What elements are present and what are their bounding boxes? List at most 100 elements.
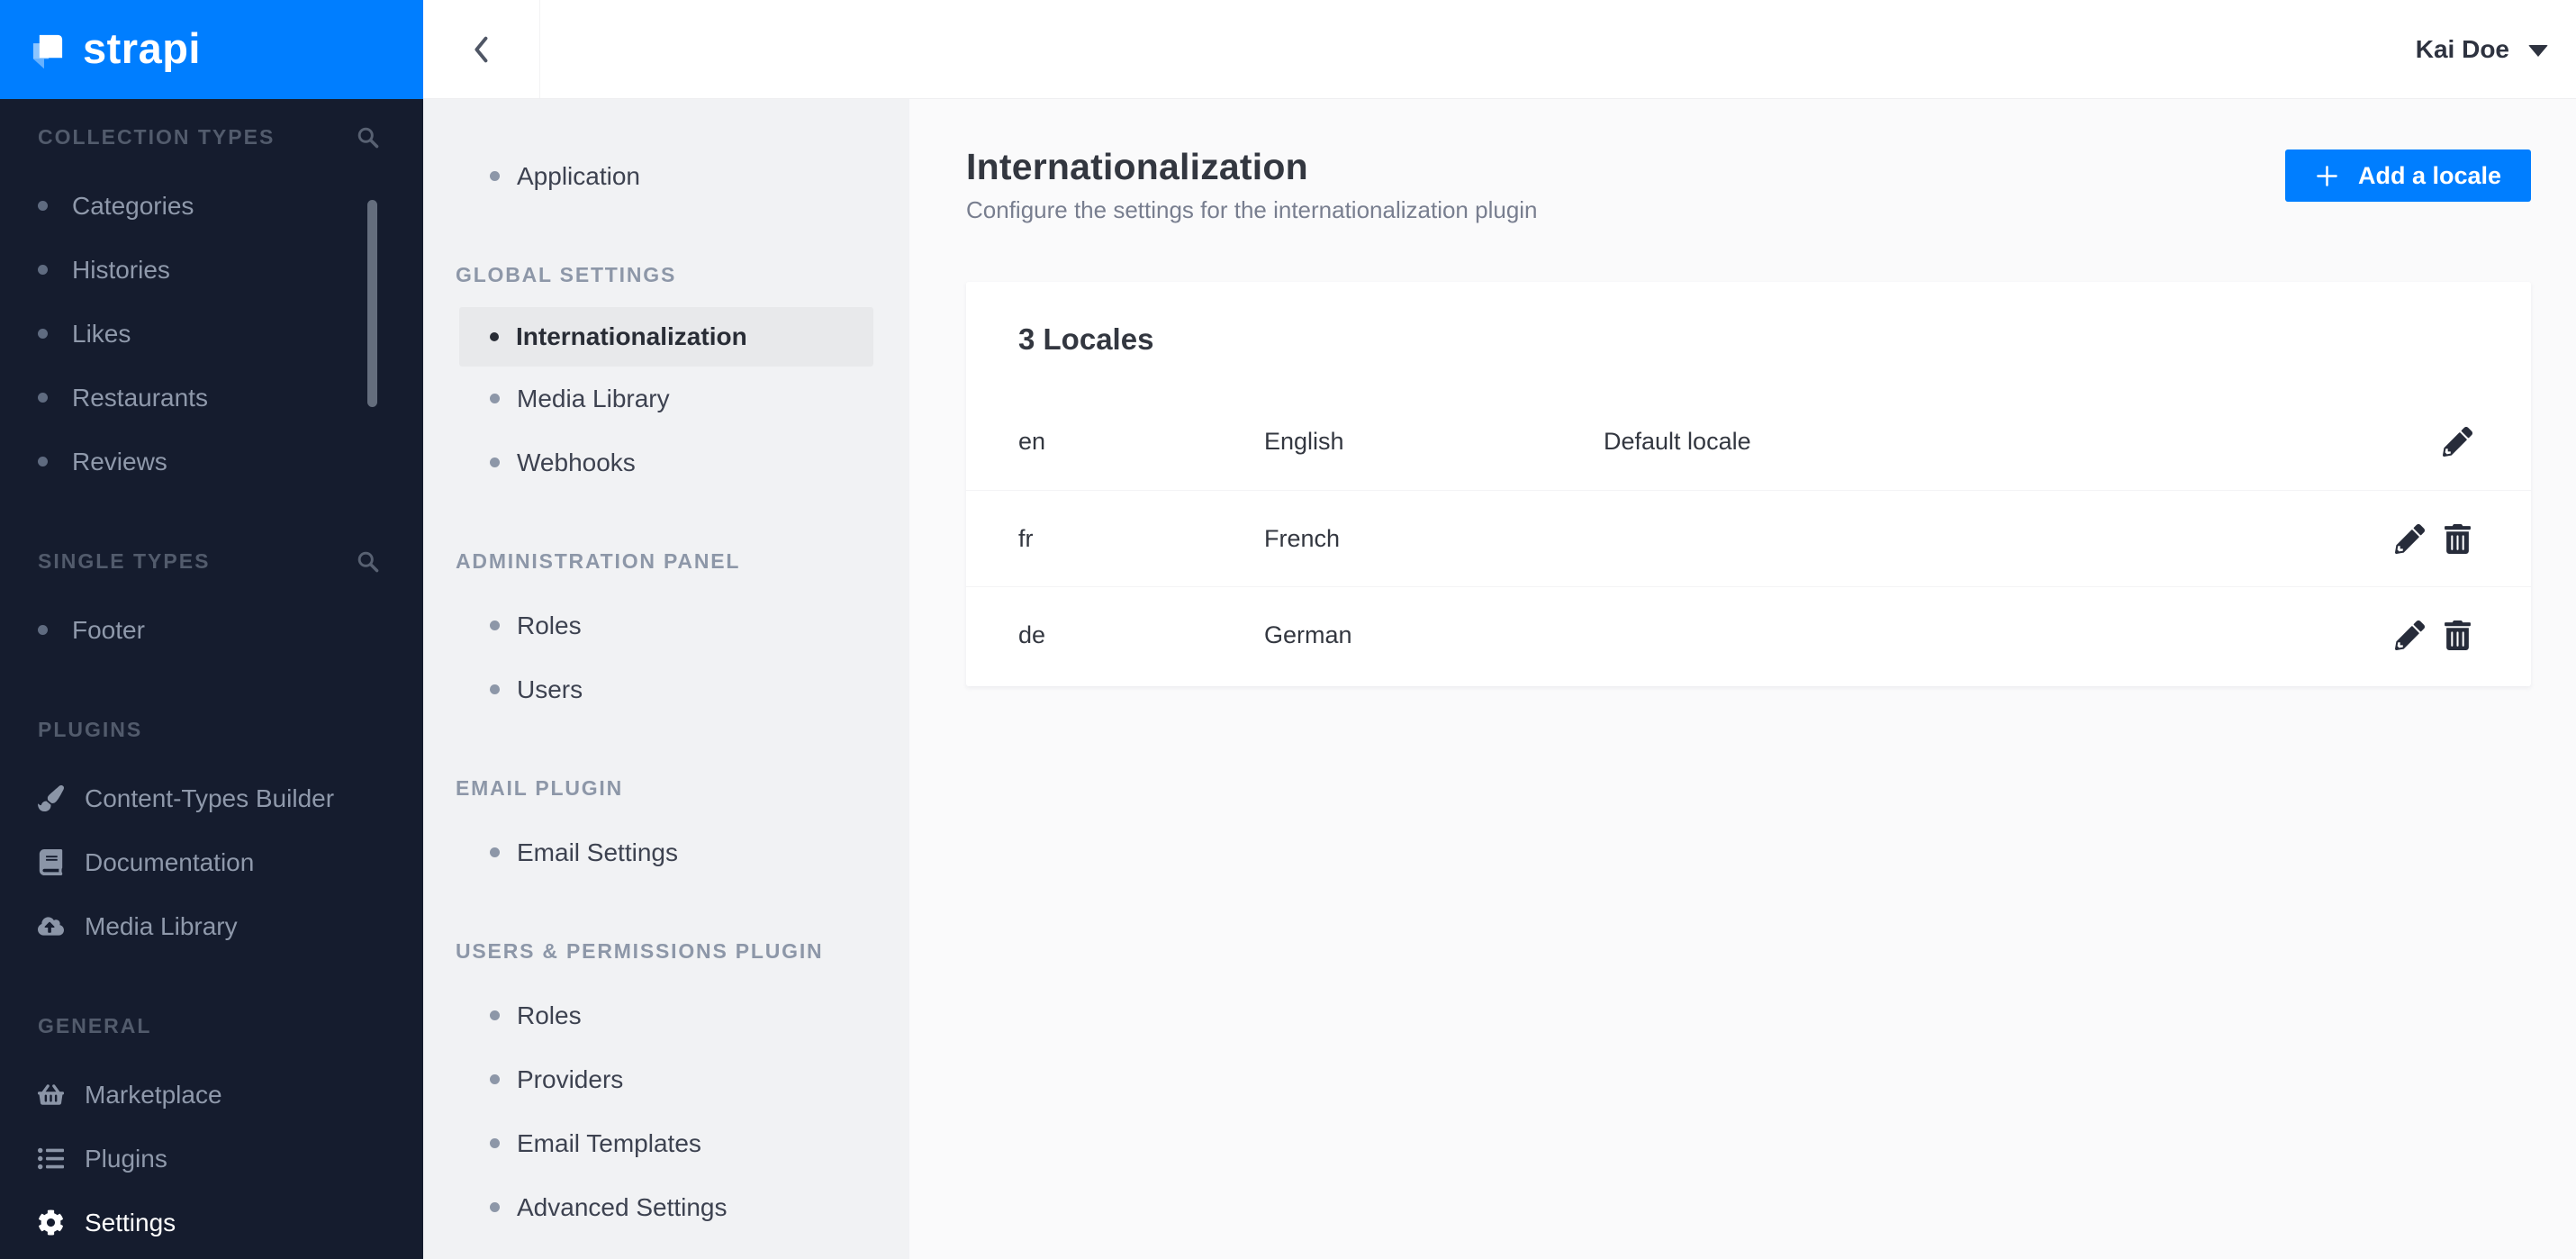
subnav-item-webhooks[interactable]: Webhooks [459, 430, 873, 494]
locale-code: en [1018, 428, 1046, 455]
subnav-item-up-email-templates[interactable]: Email Templates [459, 1111, 873, 1175]
caret-down-icon [2528, 44, 2548, 57]
strapi-logo[interactable]: strapi [0, 0, 423, 99]
edit-locale-button[interactable] [2391, 617, 2427, 653]
title-block: Internationalization Configure the setti… [966, 146, 1538, 224]
page-subtitle: Configure the settings for the internati… [966, 196, 1538, 223]
sidebar-item-plugins[interactable]: Plugins [0, 1127, 423, 1191]
sidebar-item-categories[interactable]: Categories [0, 174, 423, 238]
user-name: Kai Doe [2415, 34, 2509, 63]
users-permissions-heading: USERS & PERMISSIONS PLUGIN [456, 939, 824, 963]
bullet-icon [38, 265, 48, 275]
edit-locale-button[interactable] [2439, 424, 2475, 460]
sidebar-item-likes[interactable]: Likes [0, 302, 423, 366]
pencil-icon [2394, 620, 2425, 650]
book-icon [39, 849, 63, 875]
subnav-item-admin-users[interactable]: Users [459, 657, 873, 721]
user-menu[interactable]: Kai Doe [2416, 35, 2548, 64]
add-locale-button[interactable]: Add a locale [2284, 149, 2531, 202]
subnav-item-up-advanced-settings[interactable]: Advanced Settings [459, 1175, 873, 1239]
settings-subnav: Application GLOBAL SETTINGS Internationa… [423, 99, 909, 1259]
search-icon[interactable] [356, 549, 380, 574]
sidebar-item-content-types-builder[interactable]: Content-Types Builder [0, 766, 423, 830]
edit-locale-button[interactable] [2391, 521, 2427, 557]
subnav-section-application: Application [423, 144, 909, 208]
sidebar-item-footer[interactable]: Footer [0, 598, 423, 662]
sidebar-item-reviews[interactable]: Reviews [0, 430, 423, 494]
sidebar-item-documentation[interactable]: Documentation [0, 830, 423, 894]
cloud-upload-icon [38, 917, 64, 936]
bullet-icon [38, 457, 48, 466]
content-header: Internationalization Configure the setti… [966, 146, 2531, 224]
main-sidebar: strapi COLLECTION TYPES Categories Histo… [0, 0, 423, 1259]
sidebar-item-histories[interactable]: Histories [0, 238, 423, 302]
delete-locale-button[interactable] [2439, 521, 2475, 557]
subnav-item-application[interactable]: Application [459, 144, 873, 208]
locale-name: French [1264, 524, 1341, 552]
row-actions [2439, 424, 2475, 460]
bullet-icon [490, 684, 500, 694]
table-row-de[interactable]: de German [966, 586, 2531, 683]
plugins-heading: PLUGINS [38, 717, 143, 741]
administration-panel-heading: ADMINISTRATION PANEL [456, 549, 741, 573]
locale-name: German [1264, 620, 1352, 648]
pencil-icon [2394, 523, 2425, 554]
section-general: GENERAL Marketplace Plugins Settings [0, 958, 423, 1254]
sidebar-item-restaurants[interactable]: Restaurants [0, 366, 423, 430]
subnav-section-administration-panel: ADMINISTRATION PANEL Roles Users [423, 548, 909, 721]
table-row-fr[interactable]: fr French [966, 490, 2531, 586]
locales-card-heading: 3 Locales [1018, 322, 1154, 356]
list-icon [38, 1147, 64, 1170]
bullet-icon [38, 625, 48, 635]
global-settings-heading: GLOBAL SETTINGS [456, 263, 677, 286]
bullet-icon [490, 1074, 500, 1084]
strapi-logo-icon [32, 34, 63, 69]
locale-code: fr [1018, 524, 1034, 552]
bullet-icon [490, 620, 500, 630]
sidebar-item-media-library[interactable]: Media Library [0, 894, 423, 958]
body-row: Application GLOBAL SETTINGS Internationa… [423, 99, 2576, 1259]
bullet-icon [490, 1138, 500, 1148]
page-title: Internationalization [966, 146, 1308, 187]
bullet-icon [490, 332, 499, 341]
section-collection-types: COLLECTION TYPES Categories Histories Li… [0, 99, 423, 494]
right-pane: Kai Doe Application GLOBAL SETTINGS Inte… [423, 0, 2576, 1259]
subnav-item-up-providers[interactable]: Providers [459, 1047, 873, 1111]
chevron-left-icon [474, 36, 487, 62]
subnav-item-email-settings[interactable]: Email Settings [459, 820, 873, 884]
gear-icon [39, 1209, 63, 1236]
strapi-logo-text: strapi [83, 23, 201, 72]
subnav-item-admin-roles[interactable]: Roles [459, 593, 873, 657]
back-button[interactable] [423, 0, 540, 98]
subnav-item-internationalization[interactable]: Internationalization [459, 307, 873, 367]
sidebar-scrollbar[interactable] [367, 200, 377, 407]
locales-card: 3 Locales en English Default locale fr F… [966, 282, 2531, 686]
locale-name: English [1264, 428, 1344, 455]
collection-types-heading: COLLECTION TYPES [38, 124, 276, 149]
subnav-item-media-library[interactable]: Media Library [459, 367, 873, 430]
bullet-icon [490, 1010, 500, 1020]
basket-icon [38, 1084, 64, 1105]
bullet-icon [490, 171, 500, 181]
sidebar-item-marketplace[interactable]: Marketplace [0, 1063, 423, 1127]
bullet-icon [490, 1202, 500, 1212]
bullet-icon [38, 393, 48, 403]
general-heading: GENERAL [38, 1013, 152, 1037]
section-single-types: SINGLE TYPES Footer [0, 494, 423, 662]
email-plugin-heading: EMAIL PLUGIN [456, 776, 624, 800]
subnav-section-email-plugin: EMAIL PLUGIN Email Settings [423, 774, 909, 884]
subnav-item-up-roles[interactable]: Roles [459, 983, 873, 1047]
search-icon[interactable] [356, 125, 380, 149]
subnav-section-users-permissions-plugin: USERS & PERMISSIONS PLUGIN Roles Provide… [423, 937, 909, 1239]
bullet-icon [490, 394, 500, 403]
sidebar-item-settings[interactable]: Settings [0, 1191, 423, 1254]
delete-locale-button[interactable] [2439, 617, 2475, 653]
trash-icon [2444, 523, 2471, 554]
bullet-icon [490, 457, 500, 467]
row-actions [2391, 521, 2475, 557]
table-row-en[interactable]: en English Default locale [966, 394, 2531, 490]
single-types-heading: SINGLE TYPES [38, 548, 211, 573]
bullet-icon [38, 201, 48, 211]
plus-icon [2317, 165, 2337, 186]
main-content: Internationalization Configure the setti… [909, 99, 2576, 1259]
